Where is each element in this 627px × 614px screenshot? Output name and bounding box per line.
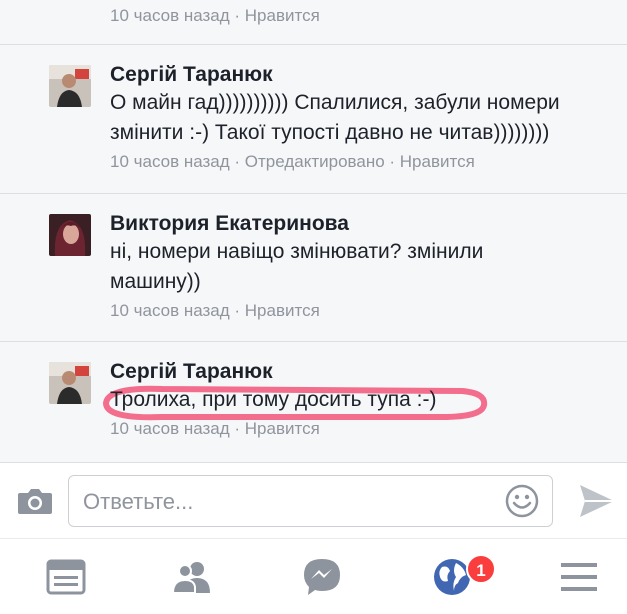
comment-meta: 10 часов назад · Нравится	[110, 299, 615, 323]
comment-text-line: Тролиха, при тому досить тупа :-)	[110, 388, 437, 411]
messenger-icon[interactable]	[300, 555, 344, 599]
comment-text-line: машину))	[110, 270, 201, 293]
bottom-tab-bar	[0, 538, 627, 614]
comment-time: 10 часов назад	[110, 6, 230, 25]
meta-separator: ·	[229, 301, 245, 320]
avatar-woman-image	[49, 214, 91, 256]
edited-link[interactable]: Отредактировано	[245, 152, 385, 171]
comment-time: 10 часов назад	[110, 301, 230, 320]
comment-time: 10 часов назад	[110, 152, 230, 171]
comment-item: Виктория Екатеринова ні, номери навіщо з…	[0, 194, 627, 342]
avatar[interactable]	[49, 65, 91, 107]
emoji-icon[interactable]	[505, 484, 539, 518]
comment-text-line: змінити :-) Такої тупості давно не читав…	[110, 121, 550, 144]
reply-bar	[0, 462, 627, 538]
like-link[interactable]: Нравится	[245, 6, 320, 25]
like-link[interactable]: Нравится	[245, 301, 320, 320]
like-link[interactable]: Нравится	[400, 152, 475, 171]
comment-text-line: О майн гад)))))))))) Спалилися, забули н…	[110, 91, 560, 114]
meta-separator: ·	[229, 152, 245, 171]
avatar-man-image	[49, 362, 91, 404]
comment-author[interactable]: Виктория Екатеринова	[110, 211, 615, 237]
meta-separator: ·	[384, 152, 400, 171]
comment-meta: 10 часов назад · Нравится	[110, 4, 615, 28]
highlighted-text: Тролиха, при тому досить тупа :-)	[103, 385, 488, 421]
news-feed-icon[interactable]	[44, 555, 88, 599]
reply-input[interactable]	[81, 486, 495, 518]
reply-field	[68, 475, 553, 527]
friends-icon[interactable]	[170, 555, 214, 599]
comment-item: Сергій Таранюк О майн гад)))))))))) Спал…	[0, 45, 627, 194]
comment-text-line: ні, номери навіщо змінювати? змінили	[110, 240, 484, 263]
avatar-man-image	[49, 65, 91, 107]
camera-icon[interactable]	[17, 487, 53, 515]
comment-author[interactable]: Сергій Таранюк	[110, 62, 615, 88]
menu-icon[interactable]	[557, 555, 601, 599]
send-icon[interactable]	[578, 483, 616, 519]
meta-separator: ·	[229, 6, 245, 25]
comment-item: Сергій Таранюк Тролиха, при тому досить …	[0, 342, 627, 462]
comments-feed: 10 часов назад · Нравится Сергій Таранюк…	[0, 0, 627, 462]
notification-badge: 1	[466, 554, 496, 584]
comment-author[interactable]: Сергій Таранюк	[110, 359, 615, 385]
avatar[interactable]	[49, 362, 91, 404]
comment-partial: 10 часов назад · Нравится	[0, 0, 627, 45]
avatar[interactable]	[49, 214, 91, 256]
comment-meta: 10 часов назад · Отредактировано · Нрави…	[110, 150, 615, 174]
